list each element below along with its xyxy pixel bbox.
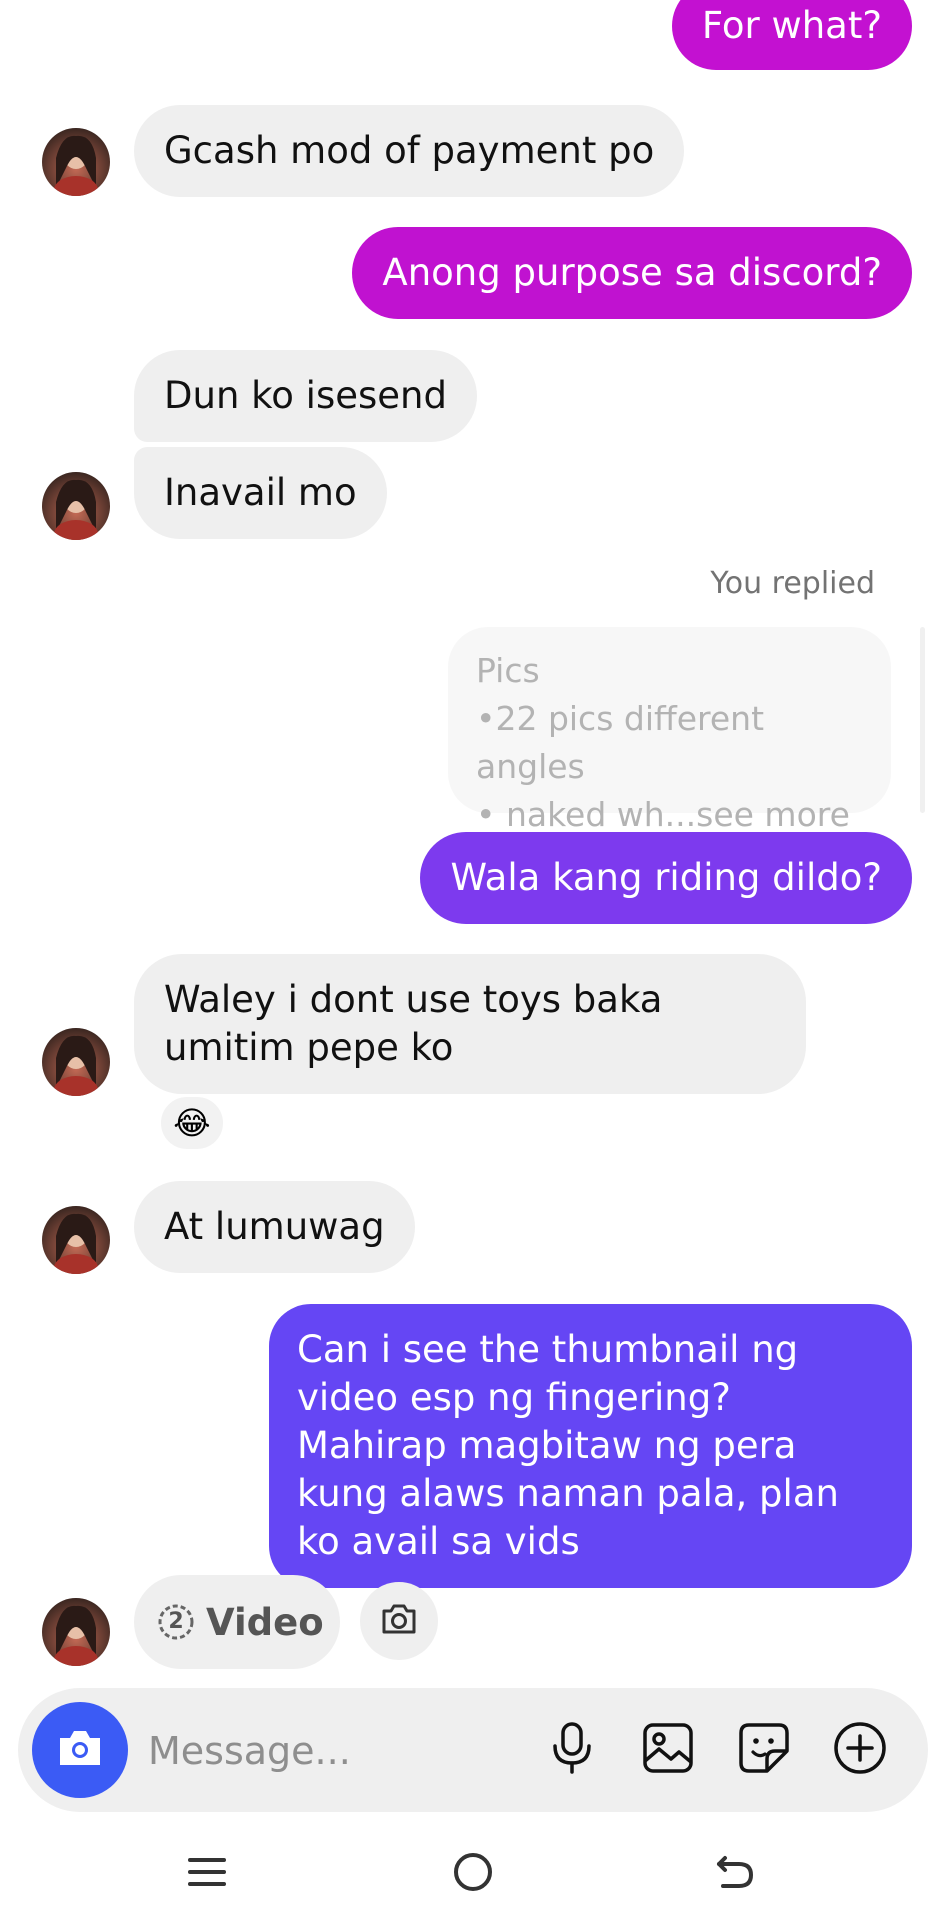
message-input[interactable] <box>146 1718 510 1784</box>
video-label: Video <box>206 1600 324 1644</box>
contact-avatar[interactable] <box>42 472 110 540</box>
plus-icon <box>832 1720 888 1780</box>
incoming-message[interactable]: Waley i dont use toys baka umitim pepe k… <box>134 954 806 1094</box>
outgoing-message[interactable]: For what? <box>671 0 912 70</box>
laughing-emoji: 😂 <box>173 1104 211 1142</box>
system-navigation-bar <box>0 1830 945 1920</box>
camera-button[interactable] <box>32 1702 128 1798</box>
menu-icon <box>187 1854 227 1894</box>
camera-icon <box>56 1727 104 1773</box>
voice-message-button[interactable] <box>540 1718 604 1782</box>
home-button[interactable] <box>438 1842 508 1906</box>
microphone-icon <box>550 1721 594 1779</box>
contact-avatar[interactable] <box>42 1206 110 1274</box>
gallery-button[interactable] <box>636 1718 700 1782</box>
reply-preview[interactable]: Pics •22 pics different angles • naked w… <box>448 627 891 834</box>
incoming-message[interactable]: Inavail mo <box>134 447 387 539</box>
view-count: 2 <box>168 1609 184 1634</box>
contact-avatar[interactable] <box>42 1028 110 1096</box>
incoming-message[interactable]: Dun ko isesend <box>134 350 477 442</box>
incoming-message[interactable]: Gcash mod of payment po <box>134 105 685 197</box>
back-icon <box>715 1852 755 1896</box>
recent-apps-button[interactable] <box>172 1842 242 1906</box>
sticker-icon <box>737 1721 791 1779</box>
contact-avatar[interactable] <box>42 1598 110 1666</box>
gallery-icon <box>641 1721 695 1779</box>
reaction-badge[interactable]: 😂 <box>158 1094 226 1152</box>
chat-screen: For what? Gcash mod of payment po Anong … <box>0 0 945 1920</box>
home-icon <box>452 1851 494 1897</box>
camera-reply-button[interactable] <box>360 1582 438 1660</box>
view-once-video-button[interactable]: 2 Video <box>134 1575 340 1669</box>
outgoing-message[interactable]: Anong purpose sa discord? <box>352 227 912 319</box>
reply-preview-line: Pics <box>476 651 540 690</box>
reply-indicator-bar <box>920 627 925 813</box>
more-options-button[interactable] <box>828 1718 892 1782</box>
outgoing-message[interactable]: Can i see the thumbnail ng video esp ng … <box>269 1304 912 1588</box>
contact-avatar[interactable] <box>42 128 110 196</box>
camera-icon <box>380 1602 418 1640</box>
message-composer <box>18 1688 928 1812</box>
view-count-icon: 2 <box>156 1602 196 1642</box>
replied-label: You replied <box>710 566 875 601</box>
reply-preview-line: •22 pics different angles <box>476 699 765 786</box>
back-button[interactable] <box>700 1842 770 1906</box>
outgoing-message[interactable]: Wala kang riding dildo? <box>420 832 912 924</box>
sticker-button[interactable] <box>732 1718 796 1782</box>
incoming-message[interactable]: At lumuwag <box>134 1181 415 1273</box>
